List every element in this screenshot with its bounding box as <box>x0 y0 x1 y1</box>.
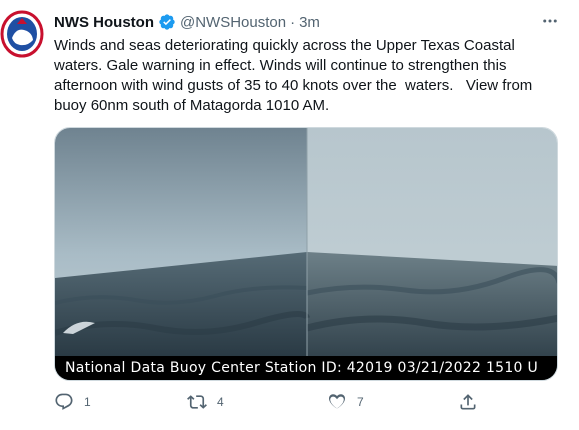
separator-dot: · <box>290 13 296 31</box>
retweet-button[interactable]: 4 <box>187 392 224 412</box>
reply-button[interactable]: 1 <box>54 392 91 412</box>
like-button[interactable]: 7 <box>327 392 364 412</box>
more-icon[interactable] <box>538 10 562 32</box>
retweet-count: 4 <box>217 395 224 409</box>
tweet-media[interactable]: National Data Buoy Center Station ID: 42… <box>54 127 558 381</box>
nws-logo <box>0 10 44 58</box>
share-button[interactable] <box>458 392 478 412</box>
like-icon <box>328 394 346 409</box>
buoy-sea-photo <box>55 128 557 380</box>
share-icon <box>460 394 476 410</box>
media-caption: National Data Buoy Center Station ID: 42… <box>55 356 557 380</box>
retweet-icon <box>187 395 207 409</box>
tweet-timestamp[interactable]: 3m <box>299 14 320 31</box>
author-name[interactable]: NWS Houston <box>54 14 154 31</box>
tweet-header: NWS Houston @NWSHouston · 3m <box>54 12 320 32</box>
tweet-actions: 1 4 7 <box>54 392 494 414</box>
reply-icon <box>55 393 73 410</box>
author-handle[interactable]: @NWSHouston <box>180 14 286 31</box>
verified-badge-icon <box>158 13 176 31</box>
like-count: 7 <box>357 395 364 409</box>
tweet[interactable]: NWS Houston @NWSHouston · 3m Winds and s… <box>0 0 579 430</box>
reply-count: 1 <box>84 395 91 409</box>
avatar[interactable] <box>0 10 44 58</box>
tweet-text: Winds and seas deteriorating quickly acr… <box>54 37 537 114</box>
